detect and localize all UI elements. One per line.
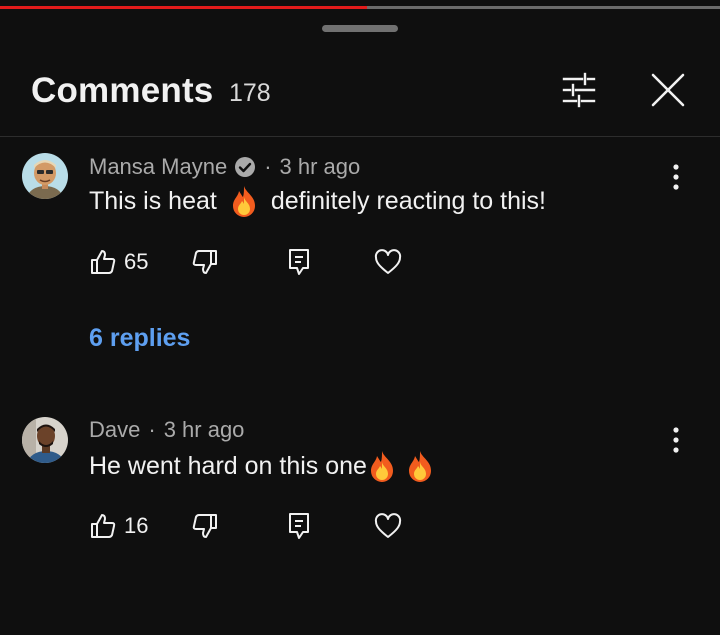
comment-text: He went hard on this one (89, 450, 435, 482)
comment-text: This is heat definitely reacting to this… (89, 185, 546, 217)
thumb-down-icon (192, 514, 217, 538)
reply-icon (289, 513, 309, 539)
thumb-up-icon (91, 514, 116, 538)
like-count: 16 (124, 513, 149, 538)
fire-emoji (405, 450, 435, 482)
comment-meta: Dave · 3 hr ago (89, 417, 244, 443)
more-options-button[interactable] (664, 423, 688, 457)
thumb-up-icon (91, 250, 116, 274)
like-button[interactable]: 16 (89, 509, 148, 543)
page-title: Comments (31, 71, 214, 110)
video-progress-bar[interactable] (0, 0, 720, 9)
view-replies-button[interactable]: 6 replies (89, 324, 190, 353)
close-icon (651, 73, 685, 107)
verified-icon (234, 156, 256, 178)
comment-actions: 16 (89, 509, 429, 543)
comment-time: 3 hr ago (279, 154, 361, 179)
reply-button[interactable] (286, 509, 312, 543)
like-button[interactable]: 65 (89, 245, 148, 279)
reply-icon (289, 249, 309, 275)
filter-button[interactable] (556, 70, 602, 110)
dislike-button[interactable] (191, 245, 219, 279)
meta-separator: · (264, 154, 272, 179)
comments-header: Comments 178 (0, 58, 720, 136)
comment-actions: 65 (89, 245, 429, 279)
avatar-photo-icon (22, 417, 68, 463)
thumb-down-icon (192, 250, 217, 274)
avatar[interactable] (22, 153, 68, 199)
author-name[interactable]: Mansa Mayne (89, 154, 227, 180)
heart-icon (374, 513, 402, 538)
comment-count: 178 (229, 79, 271, 107)
comment-text-part: This is heat (89, 186, 217, 215)
more-options-button[interactable] (664, 160, 688, 194)
comment-time: 3 hr ago (163, 417, 245, 442)
avatar-cartoon-icon (22, 153, 68, 199)
author-name[interactable]: Dave (89, 417, 140, 443)
progress-fill (0, 6, 368, 9)
more-vert-icon (673, 427, 679, 453)
fire-emoji (367, 450, 397, 482)
heart-button[interactable] (373, 509, 403, 543)
close-button[interactable] (646, 68, 690, 112)
heart-button[interactable] (373, 245, 403, 279)
heart-icon (374, 249, 402, 274)
fire-emoji (229, 185, 259, 217)
reply-button[interactable] (286, 245, 312, 279)
comment-item: Mansa Mayne · 3 hr ago This is heat defi… (0, 140, 720, 370)
comment-text-part: definitely reacting to this! (270, 186, 546, 215)
header-divider (0, 136, 720, 137)
drag-handle[interactable] (322, 25, 398, 32)
comment-text-part: He went hard on this one (89, 451, 367, 480)
like-count: 65 (124, 249, 149, 274)
dislike-button[interactable] (191, 509, 219, 543)
meta-separator: · (148, 417, 156, 442)
comment-item: Dave · 3 hr ago He went hard on this one… (0, 405, 720, 635)
comment-meta: Mansa Mayne · 3 hr ago (89, 154, 360, 180)
filter-icon (562, 72, 596, 108)
avatar[interactable] (22, 417, 68, 463)
more-vert-icon (673, 164, 679, 190)
